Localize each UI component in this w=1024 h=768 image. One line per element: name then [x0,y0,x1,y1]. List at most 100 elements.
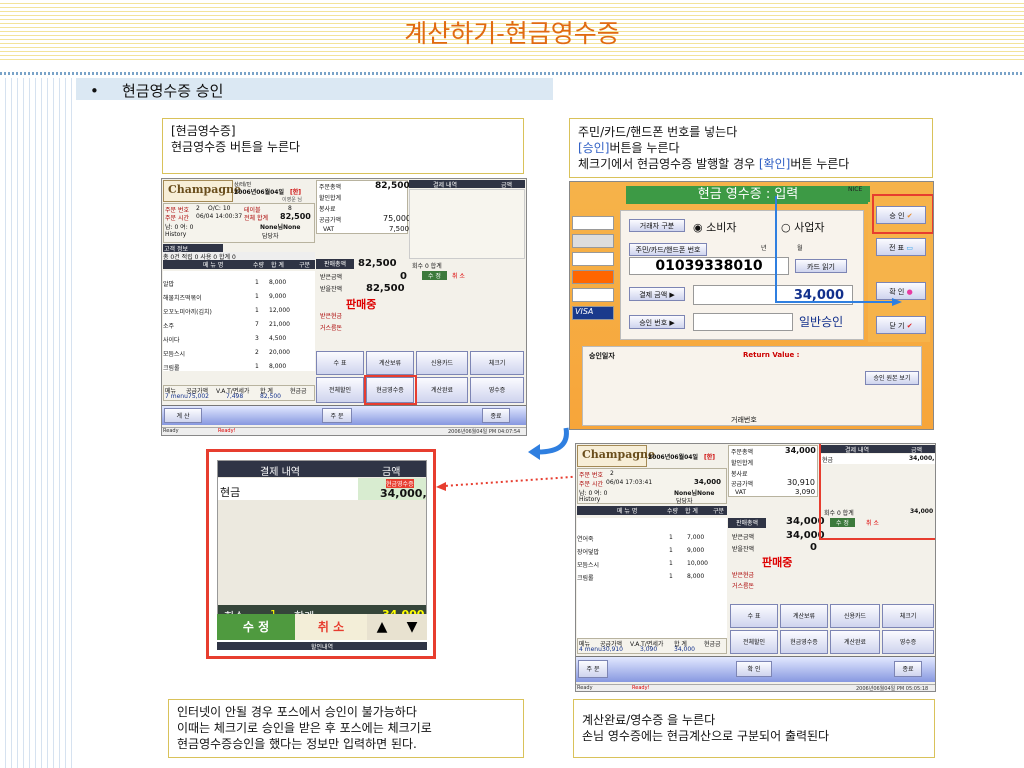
hold-button[interactable]: 계산보류 [780,604,828,628]
page-title: 계산하기-현금영수증 [404,19,620,48]
history-button[interactable]: History [579,496,600,503]
col-menu: 메 뉴 명 [203,262,224,269]
menu-qty: 1 [669,560,673,567]
view-original-button[interactable]: 승인 원본 보기 [865,371,919,385]
cash-received-label: 받은현금 [732,572,755,579]
remaining-label: 받을잔액 [320,286,343,293]
confirm-button[interactable]: 확 인 [736,661,772,677]
menu-amount: 9,000 [269,293,287,300]
zoom-header-label: 결제 내역 [260,467,300,478]
normal-approval-label: 일반승인 [799,315,844,329]
status-bar: Ready Ready! 2006년06월04일 PM 05:05:18 [576,684,935,691]
menu-amount: 8,000 [687,573,705,580]
id-number-input[interactable]: 01039338010 [629,257,789,275]
menu-name[interactable]: 소주 [163,321,174,330]
menu-qty: 1 [255,363,259,370]
menu-name[interactable]: 크림롤 [163,363,180,372]
menu-name[interactable]: 알밥 [163,279,174,288]
cash-receipt-button[interactable]: 현금영수증 [780,630,828,654]
menu-name[interactable]: 해물치즈떡볶이 [163,293,202,302]
zoom-up-button[interactable]: ▲ [367,614,397,640]
menu-qty: 3 [255,335,259,342]
total-sum: 82,500 [280,212,311,221]
summary-label: 봉사료 [319,206,336,213]
check-button[interactable]: 수 표 [730,604,778,628]
menu-amount: 12,000 [269,307,290,314]
end-button[interactable]: 종료 [482,408,510,423]
check-button[interactable]: 수 표 [316,351,364,375]
approval-number-field[interactable] [693,313,793,331]
people-count: 남: 0 여: 0 [165,224,194,231]
order-button[interactable]: 주 문 [322,408,352,423]
trade-no-label: 거래번호 [731,416,757,424]
menu-name[interactable]: 모듬스시 [163,349,185,358]
calc-button[interactable]: 계 산 [164,408,202,423]
zoom-pay-row[interactable]: 현금 현금영수증 34,000, [218,478,427,500]
zoom-down-button[interactable]: ▼ [397,614,427,640]
lang-badge[interactable]: [한] [290,187,301,196]
foot-value: 82,500 [260,393,281,400]
dotted-divider [0,72,1024,75]
received: 0 [400,271,407,282]
complete-button[interactable]: 계산완료 [830,630,880,654]
bottom-bar: 계 산 주 문 종료 [162,405,526,425]
zoom-edit-button[interactable]: 수 정 [217,614,295,640]
foot-value: 7 menu [165,393,188,400]
cancel-button[interactable]: 취 소 [452,271,465,280]
champagne-logo: Champagne [163,180,241,202]
selling-status: 판매중 [762,556,793,569]
lang-badge[interactable]: [한] [704,452,715,461]
foot-value: 30,910 [602,646,623,653]
amount-label: 결제 금액 ▶ [629,287,685,301]
summary-label: 봉사료 [731,471,748,478]
zoom-inner: 결제 내역 금액 현금 현금영수증 34,000, 회수 1 합계 34,000 [217,460,427,640]
menu-name[interactable]: 장어덮밥 [577,547,599,556]
menu-name[interactable]: 오꼬노미야끼(김치) [163,307,212,316]
pos-date: 2006년06월04일 [234,189,284,196]
staff-label: 담당자 [262,233,279,240]
foot-value: 75,002 [188,393,209,400]
all-discount-button[interactable]: 전체할인 [316,377,364,403]
close-button[interactable]: 닫 기 ✔ [876,316,926,334]
member-name: None님None [260,224,301,231]
zoom-cancel-button[interactable]: 취 소 [295,614,367,640]
note-highlight: [승인] [578,141,610,155]
menu-table-header: 메 뉴 명 수량 합 계 구분 [577,506,727,515]
hold-button[interactable]: 계산보류 [366,351,414,375]
menu-name[interactable]: 모듬스시 [577,560,599,569]
note-line: [현금영수증] [171,124,236,138]
summary-grid: 주문총액 82,500 할인합계 봉사료 공급가액 75,000 VAT 7,5… [316,180,411,234]
credit-card-button[interactable]: 신용카드 [830,604,880,628]
menu-table-header: 메 뉴 명 수량 합 계 구분 [163,260,315,269]
receipt-button[interactable]: 영수증 [470,377,524,403]
note-text: 버튼을 누른다 [609,141,680,155]
summary-label: 주문총액 [319,184,342,191]
note-offline: 인터넷이 안될 경우 포스에서 승인이 불가능하다 이때는 체크기로 승인을 받… [168,699,524,758]
foot-label: 현금금 [290,388,307,395]
checker-button[interactable]: 체크기 [470,351,524,375]
menu-name[interactable]: 크림롤 [577,573,594,582]
remaining-label: 받을잔액 [732,546,755,553]
history-button[interactable]: History [165,231,186,238]
end-button[interactable]: 종료 [894,661,922,677]
credit-card-button[interactable]: 신용카드 [416,351,468,375]
staff-label: 담당자 [676,498,693,505]
summary-label: 주문총액 [731,449,754,456]
summary-value: 82,500 [375,181,410,191]
menu-qty: 7 [255,321,259,328]
order-button[interactable]: 주 문 [578,660,608,678]
complete-button[interactable]: 계산완료 [416,377,468,403]
curved-arrow [528,427,569,460]
receipt-button[interactable]: 영수증 [882,630,934,654]
card-logo-icon [572,288,614,302]
menu-name[interactable]: 연어죽 [577,534,594,543]
edit-button[interactable]: 수 정 [422,271,447,280]
menu-qty: 2 [255,349,259,356]
menu-name[interactable]: 사이다 [163,335,180,344]
zoom-pay-item: 현금 [220,486,241,499]
radio-consumer[interactable]: ◉ 소비자 [693,219,736,235]
table-no: 8 [288,205,292,212]
checker-button[interactable]: 체크기 [882,604,934,628]
note-line: 체크기에서 현금영수증 발행할 경우 [확인]버튼 누른다 [578,156,924,172]
all-discount-button[interactable]: 전체할인 [730,630,778,654]
